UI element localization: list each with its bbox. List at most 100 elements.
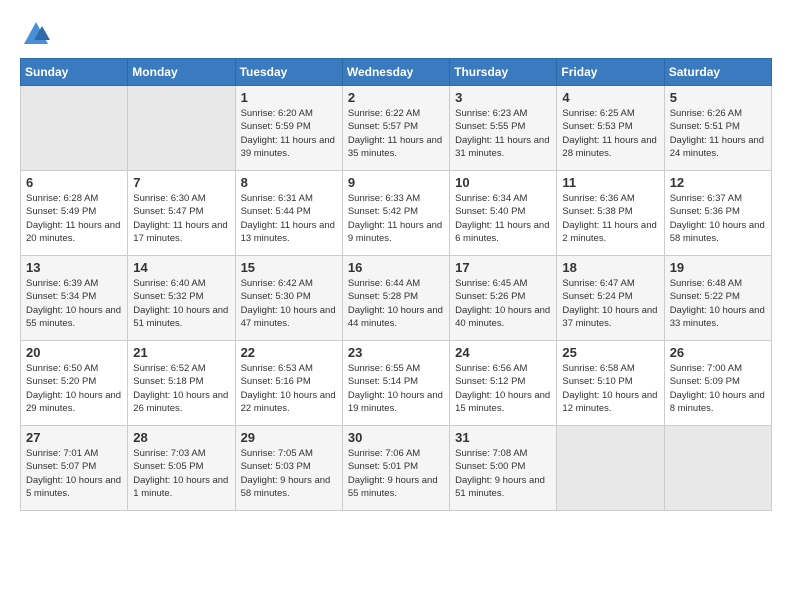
day-info: Sunrise: 7:01 AM Sunset: 5:07 PM Dayligh…: [26, 447, 122, 500]
weekday-header-friday: Friday: [557, 59, 664, 86]
day-info: Sunrise: 7:00 AM Sunset: 5:09 PM Dayligh…: [670, 362, 766, 415]
calendar-cell: 4 Sunrise: 6:25 AM Sunset: 5:53 PM Daylig…: [557, 86, 664, 171]
calendar-cell: 1 Sunrise: 6:20 AM Sunset: 5:59 PM Daylig…: [235, 86, 342, 171]
day-number: 8: [241, 175, 337, 190]
calendar-cell: 17 Sunrise: 6:45 AM Sunset: 5:26 PM Dayli…: [450, 256, 557, 341]
day-number: 11: [562, 175, 658, 190]
day-info: Sunrise: 6:26 AM Sunset: 5:51 PM Dayligh…: [670, 107, 766, 160]
day-number: 12: [670, 175, 766, 190]
day-number: 7: [133, 175, 229, 190]
calendar-cell: 28 Sunrise: 7:03 AM Sunset: 5:05 PM Dayli…: [128, 426, 235, 511]
day-number: 1: [241, 90, 337, 105]
calendar-cell: 19 Sunrise: 6:48 AM Sunset: 5:22 PM Dayli…: [664, 256, 771, 341]
calendar-cell: 31 Sunrise: 7:08 AM Sunset: 5:00 PM Dayli…: [450, 426, 557, 511]
day-info: Sunrise: 6:28 AM Sunset: 5:49 PM Dayligh…: [26, 192, 122, 245]
day-number: 25: [562, 345, 658, 360]
calendar-cell: 20 Sunrise: 6:50 AM Sunset: 5:20 PM Dayli…: [21, 341, 128, 426]
day-number: 16: [348, 260, 444, 275]
weekday-header-wednesday: Wednesday: [342, 59, 449, 86]
day-number: 4: [562, 90, 658, 105]
day-info: Sunrise: 6:58 AM Sunset: 5:10 PM Dayligh…: [562, 362, 658, 415]
day-info: Sunrise: 6:36 AM Sunset: 5:38 PM Dayligh…: [562, 192, 658, 245]
calendar-table: SundayMondayTuesdayWednesdayThursdayFrid…: [20, 58, 772, 511]
day-info: Sunrise: 6:47 AM Sunset: 5:24 PM Dayligh…: [562, 277, 658, 330]
calendar-cell: 29 Sunrise: 7:05 AM Sunset: 5:03 PM Dayli…: [235, 426, 342, 511]
day-number: 9: [348, 175, 444, 190]
calendar-cell: 21 Sunrise: 6:52 AM Sunset: 5:18 PM Dayli…: [128, 341, 235, 426]
day-number: 28: [133, 430, 229, 445]
day-info: Sunrise: 6:42 AM Sunset: 5:30 PM Dayligh…: [241, 277, 337, 330]
day-info: Sunrise: 7:03 AM Sunset: 5:05 PM Dayligh…: [133, 447, 229, 500]
weekday-header-sunday: Sunday: [21, 59, 128, 86]
day-info: Sunrise: 6:31 AM Sunset: 5:44 PM Dayligh…: [241, 192, 337, 245]
day-number: 6: [26, 175, 122, 190]
calendar-cell: 24 Sunrise: 6:56 AM Sunset: 5:12 PM Dayli…: [450, 341, 557, 426]
day-number: 5: [670, 90, 766, 105]
weekday-header-thursday: Thursday: [450, 59, 557, 86]
day-number: 19: [670, 260, 766, 275]
day-info: Sunrise: 7:06 AM Sunset: 5:01 PM Dayligh…: [348, 447, 444, 500]
day-info: Sunrise: 6:39 AM Sunset: 5:34 PM Dayligh…: [26, 277, 122, 330]
day-number: 26: [670, 345, 766, 360]
calendar-cell: 14 Sunrise: 6:40 AM Sunset: 5:32 PM Dayli…: [128, 256, 235, 341]
day-info: Sunrise: 6:34 AM Sunset: 5:40 PM Dayligh…: [455, 192, 551, 245]
logo-icon: [22, 20, 50, 48]
calendar-cell: 6 Sunrise: 6:28 AM Sunset: 5:49 PM Daylig…: [21, 171, 128, 256]
day-info: Sunrise: 7:05 AM Sunset: 5:03 PM Dayligh…: [241, 447, 337, 500]
day-number: 29: [241, 430, 337, 445]
day-info: Sunrise: 6:33 AM Sunset: 5:42 PM Dayligh…: [348, 192, 444, 245]
day-info: Sunrise: 6:52 AM Sunset: 5:18 PM Dayligh…: [133, 362, 229, 415]
day-number: 23: [348, 345, 444, 360]
calendar-cell: 9 Sunrise: 6:33 AM Sunset: 5:42 PM Daylig…: [342, 171, 449, 256]
day-info: Sunrise: 6:40 AM Sunset: 5:32 PM Dayligh…: [133, 277, 229, 330]
day-number: 10: [455, 175, 551, 190]
calendar-cell: 12Sunrise: 6:37 AM Sunset: 5:36 PM Dayli…: [664, 171, 771, 256]
day-number: 14: [133, 260, 229, 275]
calendar-cell: 5 Sunrise: 6:26 AM Sunset: 5:51 PM Daylig…: [664, 86, 771, 171]
calendar-cell: 13Sunrise: 6:39 AM Sunset: 5:34 PM Dayli…: [21, 256, 128, 341]
day-info: Sunrise: 6:55 AM Sunset: 5:14 PM Dayligh…: [348, 362, 444, 415]
calendar-cell: [664, 426, 771, 511]
calendar-cell: 27 Sunrise: 7:01 AM Sunset: 5:07 PM Dayli…: [21, 426, 128, 511]
day-info: Sunrise: 7:08 AM Sunset: 5:00 PM Dayligh…: [455, 447, 551, 500]
day-number: 20: [26, 345, 122, 360]
day-info: Sunrise: 6:48 AM Sunset: 5:22 PM Dayligh…: [670, 277, 766, 330]
calendar-cell: [21, 86, 128, 171]
calendar-cell: 3Sunrise: 6:23 AM Sunset: 5:55 PM Daylig…: [450, 86, 557, 171]
calendar-cell: 26 Sunrise: 7:00 AM Sunset: 5:09 PM Dayli…: [664, 341, 771, 426]
day-number: 2: [348, 90, 444, 105]
day-number: 30: [348, 430, 444, 445]
calendar-cell: 23 Sunrise: 6:55 AM Sunset: 5:14 PM Dayli…: [342, 341, 449, 426]
calendar-cell: 11 Sunrise: 6:36 AM Sunset: 5:38 PM Dayli…: [557, 171, 664, 256]
calendar-cell: [557, 426, 664, 511]
calendar-cell: 8 Sunrise: 6:31 AM Sunset: 5:44 PM Daylig…: [235, 171, 342, 256]
day-info: Sunrise: 6:30 AM Sunset: 5:47 PM Dayligh…: [133, 192, 229, 245]
day-info: Sunrise: 6:20 AM Sunset: 5:59 PM Dayligh…: [241, 107, 337, 160]
day-number: 22: [241, 345, 337, 360]
day-info: Sunrise: 6:50 AM Sunset: 5:20 PM Dayligh…: [26, 362, 122, 415]
day-number: 27: [26, 430, 122, 445]
day-info: Sunrise: 6:56 AM Sunset: 5:12 PM Dayligh…: [455, 362, 551, 415]
day-info: Sunrise: 6:22 AM Sunset: 5:57 PM Dayligh…: [348, 107, 444, 160]
logo: [20, 20, 50, 48]
day-info: Sunrise: 6:45 AM Sunset: 5:26 PM Dayligh…: [455, 277, 551, 330]
day-number: 24: [455, 345, 551, 360]
page-header: [20, 20, 772, 48]
day-number: 31: [455, 430, 551, 445]
calendar-cell: 16Sunrise: 6:44 AM Sunset: 5:28 PM Dayli…: [342, 256, 449, 341]
weekday-header-saturday: Saturday: [664, 59, 771, 86]
day-info: Sunrise: 6:53 AM Sunset: 5:16 PM Dayligh…: [241, 362, 337, 415]
day-info: Sunrise: 6:25 AM Sunset: 5:53 PM Dayligh…: [562, 107, 658, 160]
weekday-header-tuesday: Tuesday: [235, 59, 342, 86]
calendar-cell: 10 Sunrise: 6:34 AM Sunset: 5:40 PM Dayli…: [450, 171, 557, 256]
day-number: 18: [562, 260, 658, 275]
day-number: 21: [133, 345, 229, 360]
calendar-cell: 25 Sunrise: 6:58 AM Sunset: 5:10 PM Dayli…: [557, 341, 664, 426]
calendar-cell: 30 Sunrise: 7:06 AM Sunset: 5:01 PM Dayli…: [342, 426, 449, 511]
weekday-header-monday: Monday: [128, 59, 235, 86]
calendar-cell: 2 Sunrise: 6:22 AM Sunset: 5:57 PM Daylig…: [342, 86, 449, 171]
calendar-cell: [128, 86, 235, 171]
calendar-cell: 7 Sunrise: 6:30 AM Sunset: 5:47 PM Daylig…: [128, 171, 235, 256]
calendar-cell: 22 Sunrise: 6:53 AM Sunset: 5:16 PM Dayli…: [235, 341, 342, 426]
day-number: 17: [455, 260, 551, 275]
